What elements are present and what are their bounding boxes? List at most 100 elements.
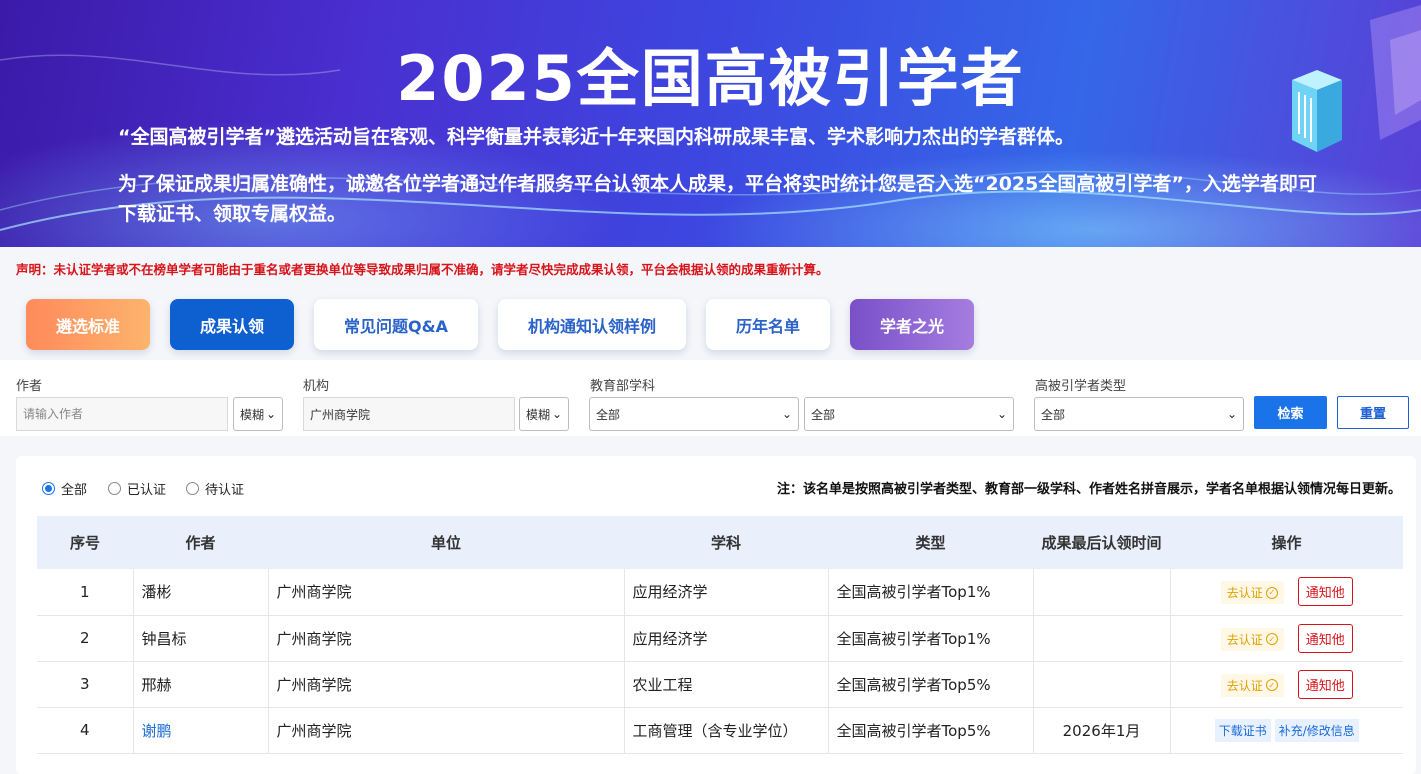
chevron-down-icon: ⌄ bbox=[1226, 407, 1237, 421]
verify-button[interactable]: 去认证 ✓ bbox=[1220, 627, 1284, 651]
radio-unchecked-icon bbox=[108, 482, 121, 495]
radio-verified[interactable]: 已认证 bbox=[108, 479, 166, 498]
banner-invitation: 为了保证成果归属准确性，诚邀各位学者通过作者服务平台认领本人成果，平台将实时统计… bbox=[118, 173, 1317, 225]
verify-button[interactable]: 去认证 ✓ bbox=[1220, 581, 1284, 605]
author-input[interactable] bbox=[16, 397, 228, 431]
tab-org-notice-sample[interactable]: 机构通知认领样例 bbox=[498, 299, 686, 350]
radio-label: 已认证 bbox=[127, 483, 167, 498]
cell-claim-time bbox=[1033, 661, 1171, 708]
cell-author: 钟昌标 bbox=[133, 615, 269, 662]
col-header-claim-time: 成果最后认领时间 bbox=[1033, 516, 1170, 569]
reset-button[interactable]: 重置 bbox=[1337, 396, 1409, 429]
tab-selection-criteria[interactable]: 遴选标准 bbox=[26, 299, 150, 350]
table-header-row: 序号 作者 单位 学科 类型 成果最后认领时间 操作 bbox=[37, 516, 1403, 569]
org-label: 机构 bbox=[303, 379, 330, 394]
cell-no: 4 bbox=[37, 707, 134, 754]
cell-no: 3 bbox=[37, 661, 134, 708]
chevron-down-icon: ⌄ bbox=[551, 407, 562, 421]
cell-subject: 应用经济学 bbox=[624, 615, 829, 662]
cell-org: 广州商学院 bbox=[268, 615, 625, 662]
radio-label: 待认证 bbox=[205, 483, 245, 498]
verify-label: 去认证 bbox=[1226, 632, 1263, 647]
cell-actions: 下载证书 补充/修改信息 bbox=[1170, 707, 1403, 754]
chevron-down-icon: ⌄ bbox=[996, 407, 1007, 421]
table-row: 2 钟昌标 广州商学院 应用经济学 全国高被引学者Top1% 去认证 ✓ 通知他 bbox=[37, 615, 1403, 662]
cell-claim-time bbox=[1033, 615, 1171, 662]
tab-past-lists[interactable]: 历年名单 bbox=[706, 299, 830, 350]
author-match-select[interactable]: 模糊 ⌄ bbox=[233, 397, 283, 431]
author-label: 作者 bbox=[16, 379, 43, 394]
cell-author: 潘彬 bbox=[133, 569, 269, 616]
chevron-down-icon: ⌄ bbox=[265, 407, 276, 421]
author-match-value: 模糊 bbox=[240, 407, 265, 422]
notify-button[interactable]: 通知他 bbox=[1297, 577, 1353, 607]
subject-secondary-value: 全部 bbox=[811, 407, 836, 422]
edit-info-button[interactable]: 补充/修改信息 bbox=[1274, 718, 1359, 742]
server-icon bbox=[1292, 70, 1342, 152]
cell-actions: 去认证 ✓ 通知他 bbox=[1170, 661, 1403, 708]
cell-type: 全国高被引学者Top1% bbox=[828, 615, 1034, 662]
cell-org: 广州商学院 bbox=[268, 661, 625, 708]
cell-claim-time: 2026年1月 bbox=[1033, 707, 1171, 754]
cell-org: 广州商学院 bbox=[268, 707, 625, 754]
type-select[interactable]: 全部 ⌄ bbox=[1034, 397, 1244, 431]
download-certificate-button[interactable]: 下载证书 bbox=[1214, 718, 1271, 742]
org-match-select[interactable]: 模糊 ⌄ bbox=[519, 397, 569, 431]
radio-checked-icon bbox=[42, 482, 55, 495]
table-row: 4 谢鹏 广州商学院 工商管理（含专业学位） 全国高被引学者Top5% 2026… bbox=[37, 707, 1403, 754]
subject-primary-select[interactable]: 全部 ⌄ bbox=[589, 397, 799, 431]
col-header-author: 作者 bbox=[133, 516, 268, 569]
radio-unchecked-icon bbox=[186, 482, 199, 495]
cell-actions: 去认证 ✓ 通知他 bbox=[1170, 615, 1403, 662]
table-row: 1 潘彬 广州商学院 应用经济学 全国高被引学者Top1% 去认证 ✓ 通知他 bbox=[37, 569, 1403, 616]
list-note: 注：该名单是按照高被引学者类型、教育部一级学科、作者姓名拼音展示，学者名单根据认… bbox=[776, 482, 1401, 497]
cell-no: 2 bbox=[37, 615, 134, 662]
org-input[interactable] bbox=[303, 397, 515, 431]
verify-label: 去认证 bbox=[1226, 586, 1263, 601]
cell-subject: 工商管理（含专业学位） bbox=[624, 707, 829, 754]
notify-button[interactable]: 通知他 bbox=[1297, 623, 1353, 653]
scholar-table: 序号 作者 单位 学科 类型 成果最后认领时间 操作 1 潘彬 广州商学院 应用… bbox=[37, 516, 1403, 754]
chevron-down-icon: ⌄ bbox=[781, 407, 792, 421]
radio-pending[interactable]: 待认证 bbox=[186, 479, 244, 498]
cell-subject: 农业工程 bbox=[624, 661, 829, 708]
cell-type: 全国高被引学者Top1% bbox=[828, 569, 1034, 616]
tab-faq[interactable]: 常见问题Q&A bbox=[314, 299, 478, 350]
check-circle-icon: ✓ bbox=[1265, 586, 1278, 599]
cell-author: 谢鹏 bbox=[133, 707, 269, 754]
tab-scholar-light[interactable]: 学者之光 bbox=[850, 299, 974, 350]
check-circle-icon: ✓ bbox=[1265, 633, 1278, 645]
page-title: 2025全国高被引学者 bbox=[396, 42, 1025, 115]
col-header-no: 序号 bbox=[37, 516, 133, 569]
radio-all[interactable]: 全部 bbox=[42, 479, 87, 498]
cell-type: 全国高被引学者Top5% bbox=[828, 661, 1034, 708]
cell-claim-time bbox=[1033, 569, 1171, 616]
radio-label: 全部 bbox=[61, 483, 88, 498]
notify-button[interactable]: 通知他 bbox=[1297, 669, 1353, 699]
type-label: 高被引学者类型 bbox=[1035, 379, 1127, 394]
verify-button[interactable]: 去认证 ✓ bbox=[1220, 673, 1284, 697]
subject-secondary-select[interactable]: 全部 ⌄ bbox=[804, 397, 1014, 431]
search-button[interactable]: 检索 bbox=[1254, 396, 1327, 429]
banner-intro: “全国高被引学者”遴选活动旨在客观、科学衡量并表彰近十年来国内科研成果丰富、学术… bbox=[118, 126, 1074, 148]
col-header-actions: 操作 bbox=[1170, 516, 1403, 569]
org-match-value: 模糊 bbox=[526, 407, 551, 422]
tab-claim-results[interactable]: 成果认领 bbox=[170, 299, 294, 350]
cell-actions: 去认证 ✓ 通知他 bbox=[1170, 569, 1403, 616]
type-value: 全部 bbox=[1041, 407, 1066, 422]
check-circle-icon: ✓ bbox=[1265, 679, 1278, 691]
cell-author: 邢赫 bbox=[133, 661, 269, 708]
col-header-org: 单位 bbox=[268, 516, 624, 569]
hero-banner: 2025全国高被引学者 “全国高被引学者”遴选活动旨在客观、科学衡量并表彰近十年… bbox=[0, 0, 1421, 247]
cell-subject: 应用经济学 bbox=[624, 569, 829, 616]
cell-type: 全国高被引学者Top5% bbox=[828, 707, 1034, 754]
verify-label: 去认证 bbox=[1226, 678, 1263, 693]
disclaimer-notice: 声明：未认证学者或不在榜单学者可能由于重名或者更换单位等导致成果归属不准确，请学… bbox=[16, 262, 829, 277]
col-header-subject: 学科 bbox=[624, 516, 828, 569]
author-link[interactable]: 谢鹏 bbox=[142, 722, 172, 740]
table-row: 3 邢赫 广州商学院 农业工程 全国高被引学者Top5% 去认证 ✓ 通知他 bbox=[37, 661, 1403, 708]
col-header-type: 类型 bbox=[828, 516, 1033, 569]
cell-no: 1 bbox=[37, 569, 134, 616]
cell-org: 广州商学院 bbox=[268, 569, 625, 616]
subject-label: 教育部学科 bbox=[590, 379, 656, 394]
